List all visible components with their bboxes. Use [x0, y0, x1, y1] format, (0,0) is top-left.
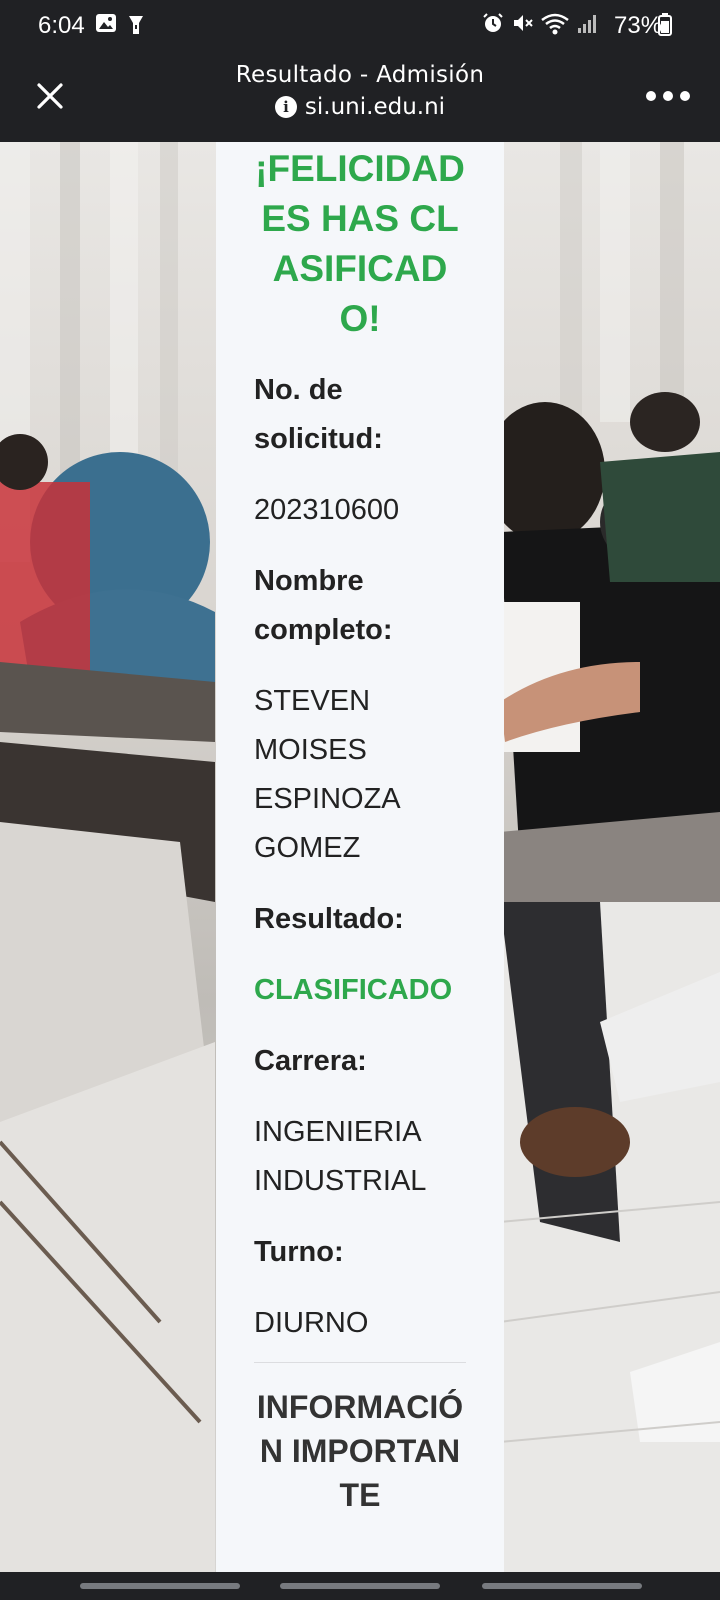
flashlight-icon [129, 16, 143, 34]
field-value-full-name: STEVEN MOISES ESPINOZA GOMEZ [254, 685, 400, 864]
page-title: Resultado - Admisión [235, 62, 485, 88]
info-icon[interactable]: i [274, 96, 297, 118]
mute-icon [514, 15, 533, 31]
field-label-full-name: Nombre completo: [254, 565, 393, 646]
field-value-career: INGENIERIA INDUSTRIAL [254, 1116, 427, 1197]
status-time: 6:04 [38, 12, 85, 39]
result-card: ¡FELICIDADES HAS CLASIFICADO! No. de sol… [216, 142, 504, 1572]
alarm-icon [483, 13, 503, 32]
nav-recents-handle[interactable] [80, 1583, 240, 1589]
close-icon[interactable] [30, 76, 70, 116]
battery-percent: 73% [614, 12, 663, 39]
divider [254, 1362, 466, 1363]
more-options-icon[interactable] [646, 88, 690, 104]
nav-home-handle[interactable] [280, 1583, 440, 1589]
wifi-icon [541, 13, 569, 35]
nav-back-handle[interactable] [482, 1583, 642, 1589]
congratulations-heading: ¡FELICIDADES HAS CLASIFICADO! [255, 148, 465, 339]
field-label-career: Carrera: [254, 1045, 367, 1077]
field-value-shift: DIURNO [254, 1307, 369, 1339]
more-dot [663, 91, 673, 101]
field-label-request-number: No. de solicitud: [254, 374, 383, 455]
page-title-block: Resultado - Admisión i si.uni.edu.ni [120, 62, 600, 120]
battery-icon [658, 13, 672, 36]
url-row[interactable]: i si.uni.edu.ni [120, 94, 600, 120]
status-bar: 6:04 73% [0, 0, 720, 52]
browser-header: Resultado - Admisión i si.uni.edu.ni [0, 52, 720, 142]
more-dot [680, 91, 690, 101]
field-value-request-number: 202310600 [254, 494, 400, 526]
gallery-icon [96, 14, 116, 32]
system-nav-bar [0, 1572, 720, 1600]
page-url: si.uni.edu.ni [304, 94, 446, 120]
more-dot [646, 91, 656, 101]
field-label-result: Resultado: [254, 903, 404, 935]
field-value-result: CLASIFICADO [254, 974, 453, 1006]
field-label-shift: Turno: [254, 1236, 344, 1268]
important-info-heading: INFORMACIÓN IMPORTANTE [256, 1389, 464, 1513]
signal-icon [578, 15, 596, 33]
